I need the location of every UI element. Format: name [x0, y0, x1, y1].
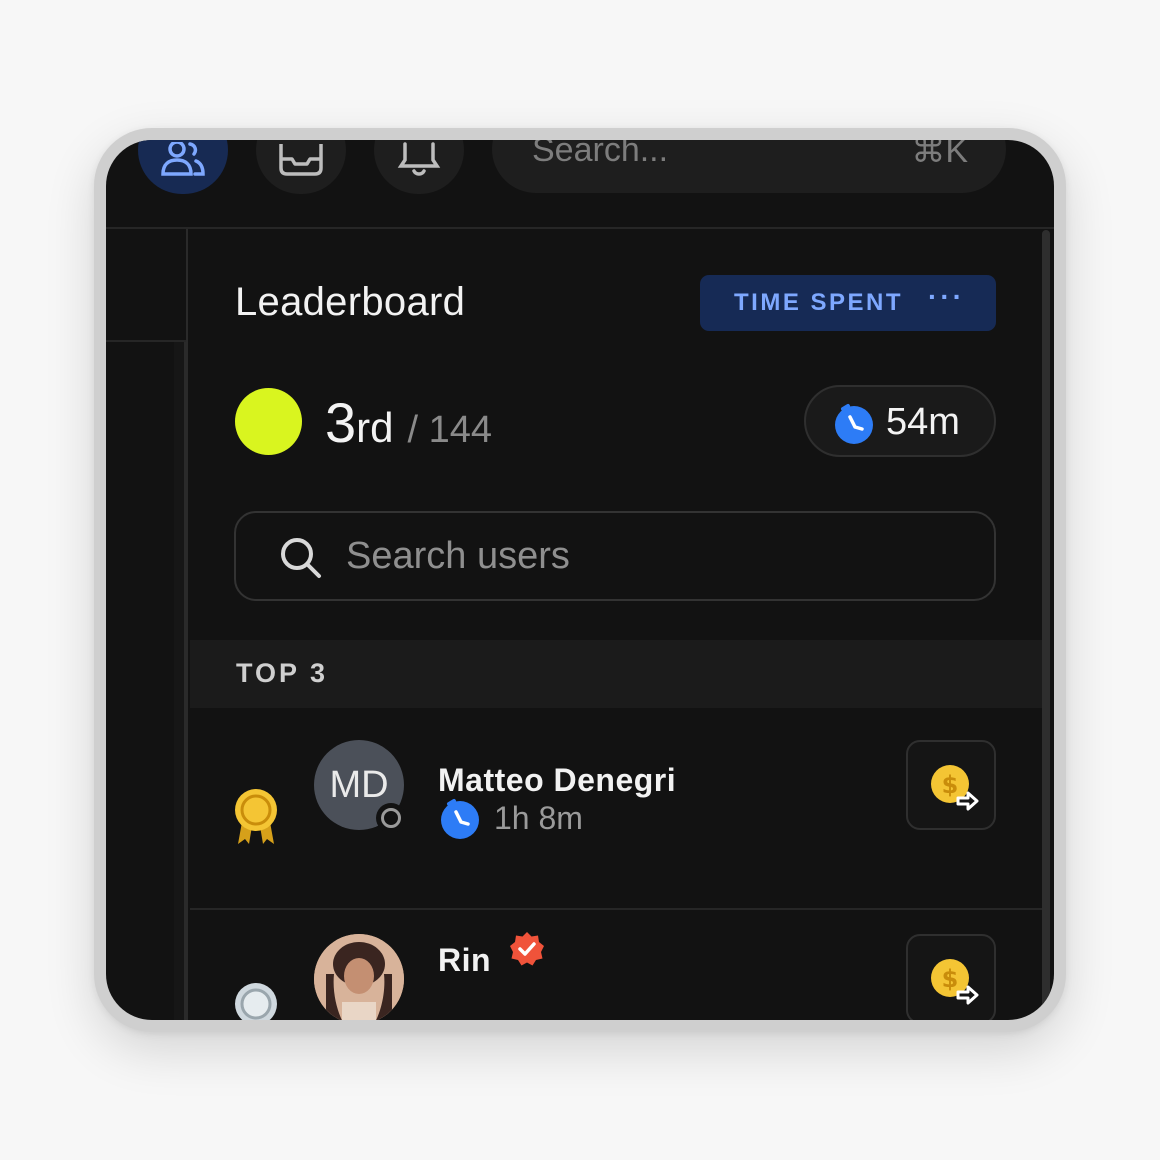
- search-users-input[interactable]: Search users: [234, 511, 996, 601]
- metric-selector-button[interactable]: TIME SPENT ···: [700, 275, 996, 331]
- timer-icon: [835, 404, 873, 444]
- svg-text:$: $: [942, 965, 959, 993]
- my-avatar: [235, 388, 302, 455]
- my-rank: 3rd / 144: [325, 390, 492, 455]
- offline-status-icon: [376, 803, 406, 833]
- rank-suffix: rd: [356, 404, 394, 451]
- section-label: TOP 3: [236, 658, 329, 688]
- gold-medal-icon: [235, 789, 277, 844]
- verified-badge-icon: [510, 932, 544, 966]
- sidebar-column: [174, 342, 186, 1020]
- user-name: Rin: [438, 942, 492, 978]
- timer-icon: [441, 799, 479, 839]
- panel-divider: [186, 229, 188, 1020]
- panel-title: Leaderboard: [235, 280, 466, 324]
- rank-total: / 144: [407, 409, 493, 451]
- coin-transfer-icon: $: [931, 959, 979, 1005]
- inbox-icon: [279, 144, 323, 176]
- global-search-input[interactable]: Search... ⌘K: [492, 140, 1006, 193]
- my-time-value: 54m: [886, 401, 960, 443]
- top-bar: Search... ⌘K: [106, 140, 1054, 229]
- svg-text:$: $: [942, 771, 959, 799]
- more-icon: ···: [928, 281, 965, 312]
- global-search-placeholder: Search...: [532, 140, 669, 169]
- people-nav-button[interactable]: [138, 140, 228, 194]
- user-name: Matteo Denegri: [438, 762, 677, 798]
- user-time-value: 1h 8m: [494, 800, 583, 836]
- app-window: Search... ⌘K Leaderboard TIME SPENT ··· …: [106, 140, 1054, 1020]
- bell-icon: [397, 142, 441, 176]
- users-icon: [161, 142, 205, 176]
- silver-medal-icon: [235, 983, 277, 1020]
- inbox-button[interactable]: [256, 140, 346, 194]
- send-tip-button[interactable]: $: [906, 740, 996, 830]
- my-time-badge: 54m: [804, 385, 996, 457]
- rank-number: 3: [325, 391, 357, 454]
- metric-label: TIME SPENT: [734, 289, 904, 316]
- search-shortcut-hint: ⌘K: [911, 140, 968, 170]
- leaderboard-row[interactable]: MD Matteo Denegri 1h 8m $: [190, 710, 1042, 910]
- top-three-header: TOP 3: [190, 640, 1042, 708]
- leaderboard-row[interactable]: Rin $: [190, 912, 1042, 1020]
- panel-scrollbar[interactable]: [1042, 230, 1050, 1020]
- search-icon: [281, 538, 321, 578]
- avatar-initials: MD: [329, 763, 389, 806]
- user-photo: [314, 934, 404, 1020]
- search-users-placeholder: Search users: [346, 535, 570, 577]
- coin-transfer-icon: $: [931, 765, 979, 811]
- notifications-button[interactable]: [374, 140, 464, 194]
- send-tip-button[interactable]: $: [906, 934, 996, 1020]
- avatar: [314, 934, 404, 1020]
